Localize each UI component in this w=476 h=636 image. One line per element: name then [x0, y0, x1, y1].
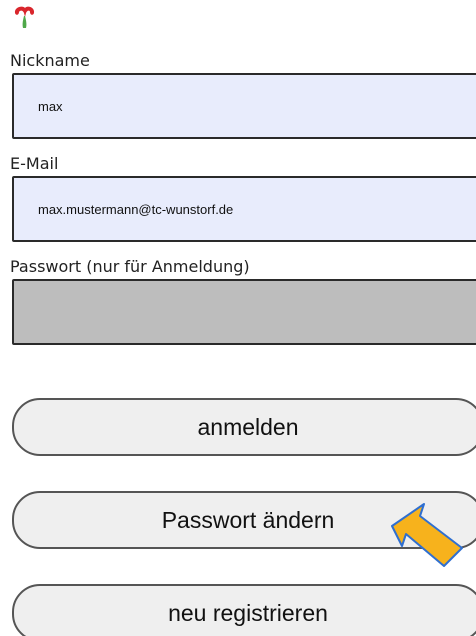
password-label: Passwort (nur für Anmeldung): [10, 257, 250, 276]
password-input[interactable]: [12, 279, 476, 345]
email-label: E-Mail: [10, 154, 59, 173]
nickname-input[interactable]: [12, 73, 476, 139]
club-logo-icon: [14, 6, 35, 28]
login-form-page: Nickname E-Mail Passwort (nur für Anmeld…: [0, 0, 476, 636]
login-button[interactable]: anmelden: [12, 398, 476, 456]
email-input[interactable]: [12, 176, 476, 242]
nickname-label: Nickname: [10, 51, 90, 70]
register-button[interactable]: neu registrieren: [12, 584, 476, 636]
pointer-arrow-icon: [391, 503, 463, 567]
